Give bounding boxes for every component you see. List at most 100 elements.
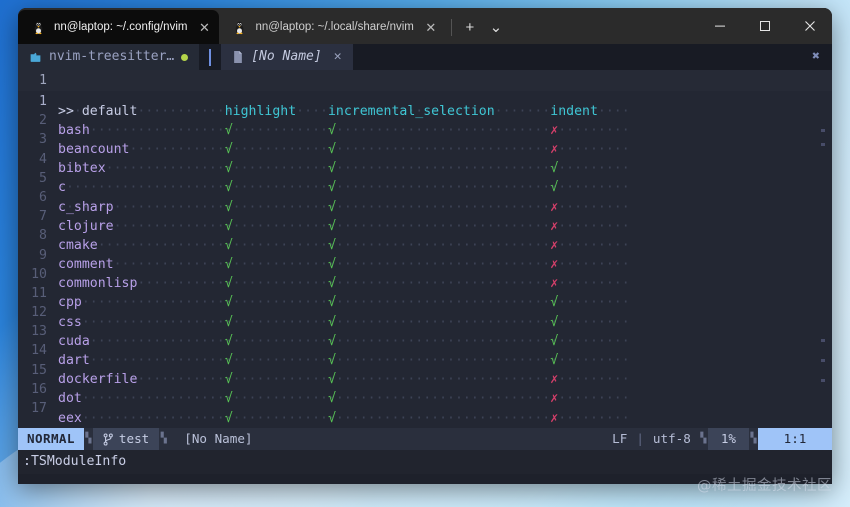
bufferline-directory-name: nvim-treesitter… — [49, 49, 175, 65]
language-name: cmake — [58, 237, 98, 253]
bufferline-close-all-icon[interactable]: ✖ — [800, 47, 832, 66]
neovim-app: nvim-treesitter… [No Name] ✕ ✖ 1 1 ······… — [18, 44, 832, 484]
status-mode: NORMAL — [18, 428, 84, 451]
status-position: 1:1 — [758, 428, 832, 451]
language-name: dockerfile — [58, 372, 138, 388]
close-button[interactable] — [787, 8, 832, 44]
line-number: 4 — [39, 151, 47, 167]
status-percent: 1% — [707, 428, 749, 451]
terminal-tab-strip: nn@laptop: ~/.config/nvim ✕ nn@laptop: ~… — [18, 8, 509, 44]
check-yes-icon: √ — [224, 333, 233, 349]
table-header-row: 1 ·······································… — [18, 92, 832, 119]
new-tab-button[interactable]: + — [457, 13, 483, 41]
check-yes-icon: √ — [327, 333, 336, 349]
check-yes-icon: √ — [224, 391, 233, 407]
scroll-mark — [821, 129, 825, 132]
check-yes-icon: √ — [327, 276, 336, 292]
check-yes-icon: √ — [327, 141, 336, 157]
status-sep-icon: ▚ — [750, 433, 757, 445]
check-yes-icon: √ — [550, 295, 559, 311]
status-branch: test — [92, 428, 160, 451]
language-name: beancount — [58, 141, 130, 157]
terminal-tab-1-title: nn@laptop: ~/.config/nvim — [54, 21, 188, 33]
check-no-icon: ✗ — [550, 237, 559, 253]
split-window-no-name[interactable]: 1 — [18, 70, 832, 91]
check-yes-icon: √ — [327, 353, 336, 369]
terminal-tab-1-close-icon[interactable]: ✕ — [195, 18, 213, 36]
status-sep-icon: ▚ — [160, 433, 167, 445]
status-fileinfo: LF | utf-8 — [604, 428, 699, 450]
bufferline: nvim-treesitter… [No Name] ✕ ✖ — [18, 44, 832, 70]
scroll-mark — [821, 339, 825, 342]
check-yes-icon: √ — [224, 257, 233, 273]
bufferline-buffer-name: [No Name] — [251, 49, 322, 65]
line-number: 9 — [39, 247, 47, 263]
linux-tux-icon — [34, 20, 43, 34]
check-yes-icon: √ — [327, 391, 336, 407]
bufferline-buffer-close-icon[interactable]: ✕ — [329, 47, 347, 66]
check-yes-icon: √ — [550, 314, 559, 330]
check-yes-icon: √ — [327, 372, 336, 388]
status-sep-icon: ▚ — [85, 433, 92, 445]
scroll-mark — [821, 359, 825, 362]
check-yes-icon: √ — [224, 141, 233, 157]
header-default-label: default — [81, 103, 138, 119]
bufferline-directory[interactable]: nvim-treesitter… — [18, 44, 200, 70]
check-yes-icon: √ — [224, 276, 233, 292]
language-name: css — [58, 314, 82, 330]
check-no-icon: ✗ — [550, 391, 559, 407]
status-divider: | — [636, 431, 644, 447]
command-line[interactable]: :TSModuleInfo — [18, 450, 832, 475]
status-sep-icon: ▚ — [700, 433, 707, 445]
git-branch-icon — [103, 433, 113, 446]
check-yes-icon: √ — [224, 372, 233, 388]
folder-session-icon — [30, 52, 41, 62]
language-name: cuda — [58, 333, 90, 349]
column-header: incremental_selection — [327, 103, 495, 119]
language-name: dot — [58, 391, 82, 407]
check-yes-icon: √ — [327, 314, 336, 330]
language-name: cpp — [58, 295, 82, 311]
line-number: 17 — [31, 401, 47, 416]
check-yes-icon: √ — [327, 180, 336, 196]
line-number: 3 — [39, 132, 47, 148]
line-number: 8 — [39, 228, 47, 244]
check-yes-icon: √ — [327, 199, 336, 215]
line-number: 10 — [31, 266, 47, 282]
check-yes-icon: √ — [224, 353, 233, 369]
check-no-icon: ✗ — [550, 276, 559, 292]
maximize-button[interactable] — [742, 8, 787, 44]
status-spacer — [269, 428, 605, 450]
language-name: dart — [58, 353, 90, 369]
check-yes-icon: √ — [224, 237, 233, 253]
close-icon — [804, 21, 815, 31]
check-no-icon: ✗ — [550, 122, 559, 138]
tabbar-divider — [450, 19, 452, 36]
command-line-text: :TSModuleInfo — [23, 454, 127, 470]
language-name: comment — [58, 257, 114, 273]
check-yes-icon: √ — [327, 295, 336, 311]
line-number: 6 — [39, 189, 47, 205]
check-no-icon: ✗ — [550, 218, 559, 234]
check-no-icon: ✗ — [550, 141, 559, 157]
terminal-tab-2-close-icon[interactable]: ✕ — [422, 18, 440, 36]
watermark: @稀土掘金技术社区 — [697, 478, 832, 494]
minimize-icon — [714, 25, 725, 27]
check-yes-icon: √ — [550, 333, 559, 349]
terminal-tab-1[interactable]: nn@laptop: ~/.config/nvim ✕ — [18, 10, 220, 44]
language-name: bash — [58, 122, 90, 138]
modified-indicator-icon — [181, 53, 189, 61]
check-yes-icon: √ — [327, 122, 336, 138]
terminal-tab-2[interactable]: nn@laptop: ~/.local/share/nvim ✕ — [219, 10, 445, 44]
status-filename: [No Name] — [184, 431, 253, 447]
minimize-button[interactable] — [697, 8, 742, 44]
line-number: 13 — [31, 324, 47, 340]
status-branch-name: test — [118, 431, 150, 447]
bufferline-buffer-no-name[interactable]: [No Name] ✕ — [221, 44, 353, 70]
tsmoduleinfo-buffer[interactable]: 1 ·······································… — [18, 91, 832, 429]
terminal-tab-2-title: nn@laptop: ~/.local/share/nvim — [255, 21, 414, 33]
check-yes-icon: √ — [550, 353, 559, 369]
language-name: bibtex — [58, 161, 106, 177]
chevron-down-icon[interactable]: ⌄ — [483, 13, 509, 41]
language-name: c — [58, 180, 66, 196]
